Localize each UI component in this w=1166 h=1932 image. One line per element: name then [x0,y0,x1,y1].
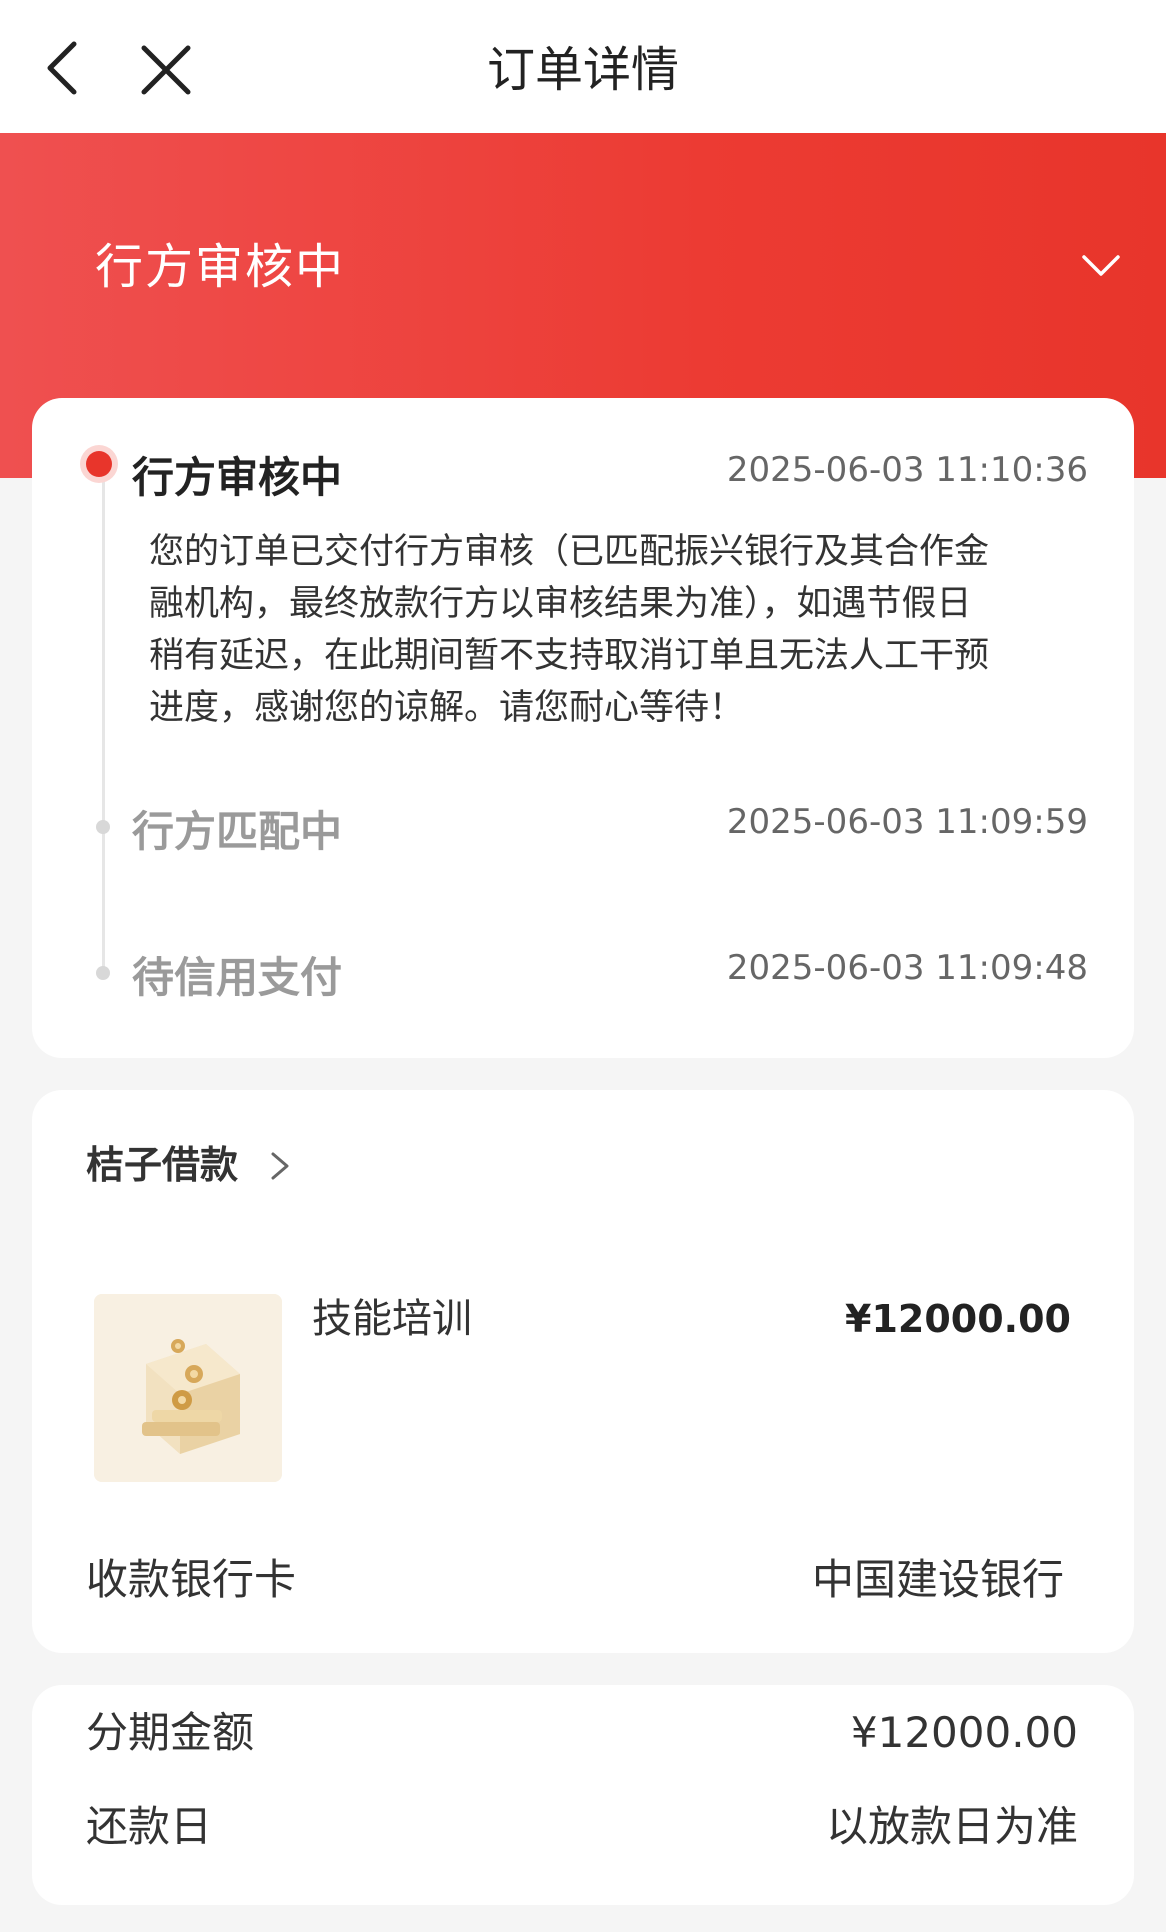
page-title: 订单详情 [486,42,679,98]
timeline-dot [96,966,110,980]
merchant-link[interactable]: 桔子借款 [86,1140,238,1190]
coin-box-icon [94,1294,282,1482]
status-timeline-card: 行方审核中 2025-06-03 11:10:36 您的订单已交付行方审核（已匹… [32,398,1134,1058]
banner-status-text: 行方审核中 [95,239,346,295]
repayment-day-value: 以放款日为准 [825,1802,1078,1851]
timeline-step-title: 行方审核中 [132,453,343,502]
product-card: 桔子借款 技能培训 ¥12000.00 收款银行卡 中国建设银行 [32,1090,1134,1653]
timeline-line [102,470,105,970]
installment-amount-label: 分期金额 [86,1708,255,1757]
installment-card: 分期金额 ¥12000.00 还款日 以放款日为准 [32,1685,1134,1905]
timeline-dot-active [86,451,112,477]
description-line: 进度，感谢您的谅解。请您耐心等待！ [149,688,745,728]
timeline-step-title: 待信用支付 [132,953,343,1002]
product-name: 技能培训 [312,1296,472,1342]
timeline-step-time: 2025-06-03 11:09:48 [726,948,1088,988]
chevron-right-icon[interactable] [267,1150,293,1182]
installment-amount-value: ¥12000.00 [850,1708,1078,1757]
product-image [94,1294,282,1482]
timeline-step-time: 2025-06-03 11:10:36 [726,450,1088,490]
timeline-step-description: 您的订单已交付行方审核（已匹配振兴银行及其合作金 融机构，最终放款行方以审核结果… [149,526,1089,734]
bank-card-value: 中国建设银行 [811,1555,1064,1604]
description-line: 融机构，最终放款行方以审核结果为准），如遇节假日 [149,584,972,624]
product-price: ¥12000.00 [845,1297,1071,1341]
repayment-day-label: 还款日 [86,1802,213,1851]
timeline-step-time: 2025-06-03 11:09:59 [726,802,1088,842]
bank-card-label: 收款银行卡 [86,1555,297,1604]
chevron-down-icon[interactable] [1080,245,1122,287]
description-line: 您的订单已交付行方审核（已匹配振兴银行及其合作金 [149,532,990,572]
description-line: 稍有延迟，在此期间暂不支持取消订单且无法人工干预 [149,636,990,676]
timeline-step-title: 行方匹配中 [132,807,343,856]
nav-bar: 订单详情 [0,0,1166,133]
timeline-dot [96,820,110,834]
